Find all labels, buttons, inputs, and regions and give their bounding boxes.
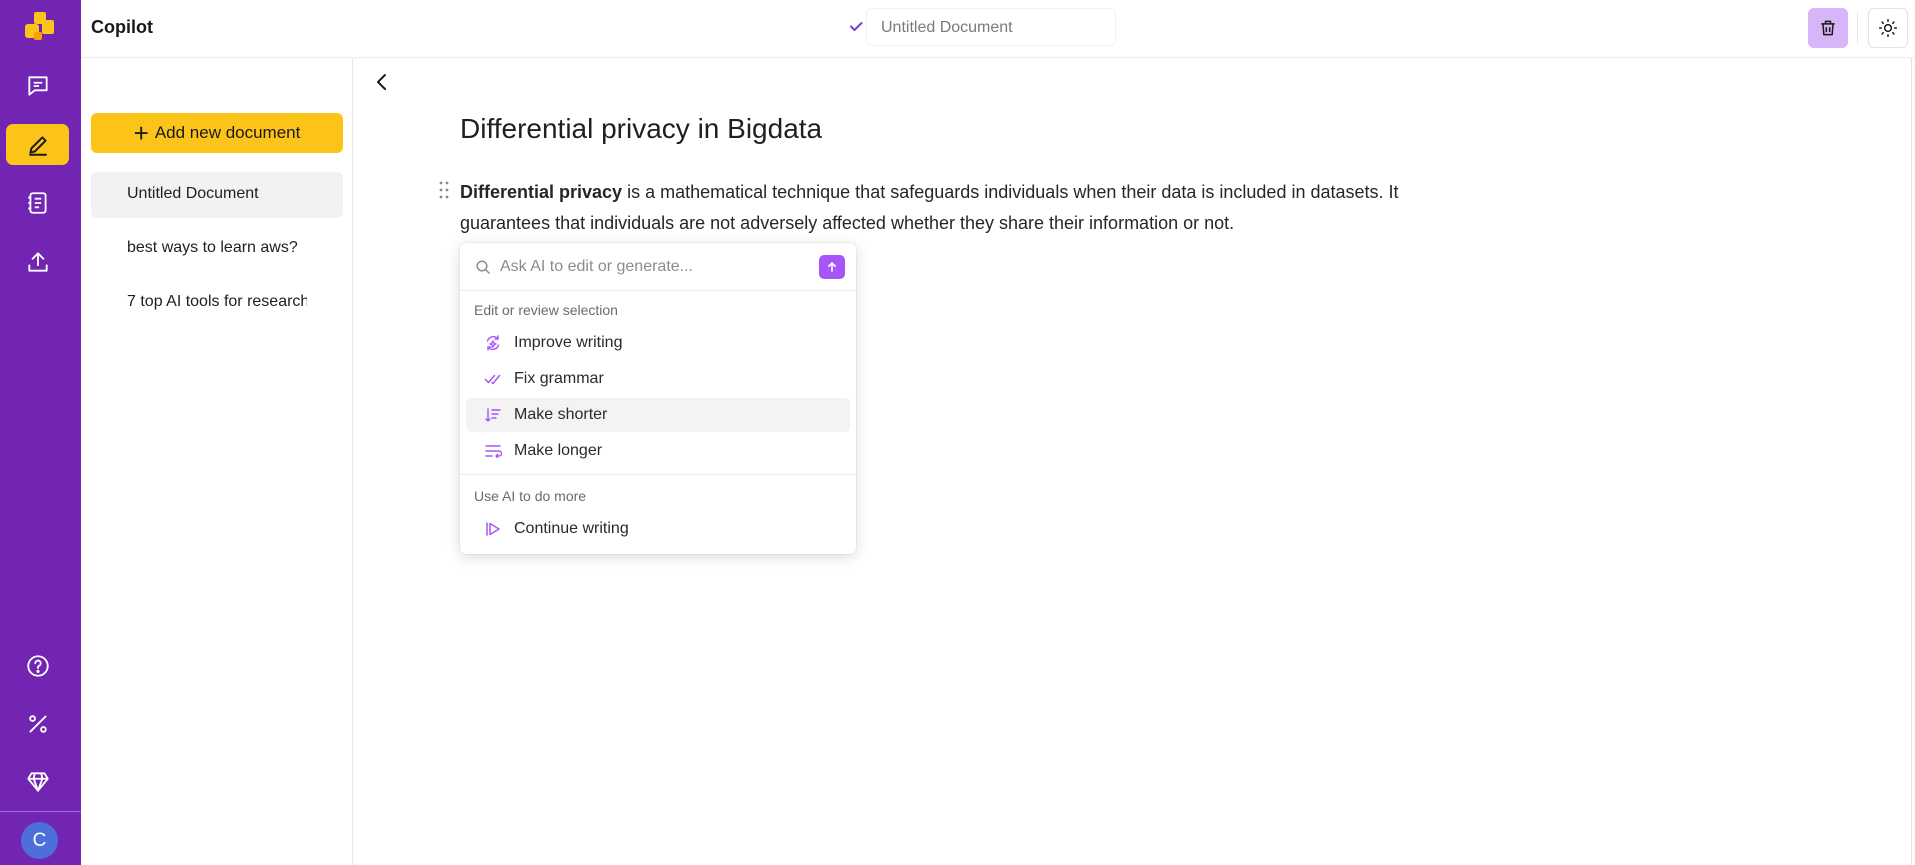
lengthen-icon <box>485 445 502 459</box>
rail-write-button[interactable] <box>6 124 69 165</box>
rail-discount-button[interactable] <box>6 703 69 744</box>
help-icon <box>26 654 49 677</box>
rail-divider <box>0 811 81 812</box>
delete-document-button[interactable] <box>1808 8 1848 48</box>
ai-input-row <box>460 243 856 291</box>
back-chevron-icon[interactable] <box>370 70 394 94</box>
ai-continue-writing-item[interactable]: Continue writing <box>466 512 850 546</box>
add-new-document-label: Add new document <box>154 123 301 142</box>
top-bar-separator <box>1857 12 1858 44</box>
ai-prompt-input[interactable] <box>500 255 800 279</box>
ai-menu-divider <box>460 474 856 475</box>
ai-improve-writing-item[interactable]: Improve writing <box>466 326 850 360</box>
content-scroll-edge <box>1911 58 1912 865</box>
ai-command-menu: Edit or review selection Improve writing… <box>460 243 856 554</box>
search-icon <box>476 260 490 274</box>
sun-icon <box>1878 18 1898 38</box>
ai-item-label: Improve writing <box>514 334 623 351</box>
ai-item-label: Fix grammar <box>514 370 604 387</box>
arrow-up-icon <box>828 262 836 272</box>
chat-icon <box>27 75 48 96</box>
rail-notebook-button[interactable] <box>6 182 69 223</box>
ai-item-label: Make shorter <box>514 406 608 423</box>
theme-toggle-button[interactable] <box>1868 8 1908 48</box>
document-name-field[interactable]: Untitled Document <box>866 8 1116 46</box>
ai-fix-grammar-item[interactable]: Fix grammar <box>466 362 850 396</box>
top-bar: Copilot Untitled Document <box>81 0 1915 58</box>
user-avatar[interactable]: C <box>21 822 58 859</box>
app-logo-icon[interactable] <box>22 10 56 44</box>
ai-item-label: Continue writing <box>514 520 629 537</box>
improve-icon <box>486 335 500 351</box>
ai-make-longer-item[interactable]: Make longer <box>466 434 850 468</box>
pen-icon <box>28 135 47 156</box>
percent-icon <box>28 714 47 733</box>
document-item[interactable]: Untitled Document <box>91 172 343 218</box>
document-item-label: best ways to learn aws? <box>127 239 298 256</box>
rail-upload-button[interactable] <box>6 241 69 282</box>
paragraph-bold-text: Differential privacy <box>460 182 623 202</box>
add-new-document-button[interactable]: + Add new document <box>91 113 343 153</box>
rail-help-button[interactable] <box>6 645 69 686</box>
document-title[interactable]: Differential privacy in Bigdata <box>460 113 822 145</box>
app-title: Copilot <box>91 17 153 37</box>
diamond-icon <box>26 771 49 792</box>
ai-submit-button[interactable] <box>819 255 845 279</box>
rail-chat-button[interactable] <box>6 65 69 106</box>
continue-icon <box>486 522 500 536</box>
document-item-label: Untitled Document <box>127 185 259 202</box>
notebook-icon <box>27 191 47 214</box>
rail-premium-button[interactable] <box>6 761 69 802</box>
ai-item-label: Make longer <box>514 442 603 459</box>
document-item-label: 7 top AI tools for researchers <box>127 293 307 310</box>
documents-sidebar: + Add new document Untitled Document bes… <box>81 58 353 865</box>
check-icon <box>850 22 863 31</box>
ai-section-more-heading: Use AI to do more <box>474 488 587 504</box>
shorten-icon <box>485 408 501 422</box>
document-item[interactable]: best ways to learn aws? <box>91 226 343 272</box>
document-item[interactable]: 7 top AI tools for researchers <box>91 280 343 326</box>
ai-make-shorter-item[interactable]: Make shorter <box>466 398 850 432</box>
ai-section-edit-heading: Edit or review selection <box>474 302 618 318</box>
trash-icon <box>1821 20 1835 36</box>
plus-icon: + <box>133 118 149 148</box>
drag-handle-icon[interactable] <box>438 180 450 200</box>
document-paragraph[interactable]: Differential privacy is a mathematical t… <box>460 177 1470 239</box>
upload-icon <box>27 251 48 272</box>
double-check-icon <box>484 374 501 385</box>
left-rail: C <box>0 0 81 865</box>
